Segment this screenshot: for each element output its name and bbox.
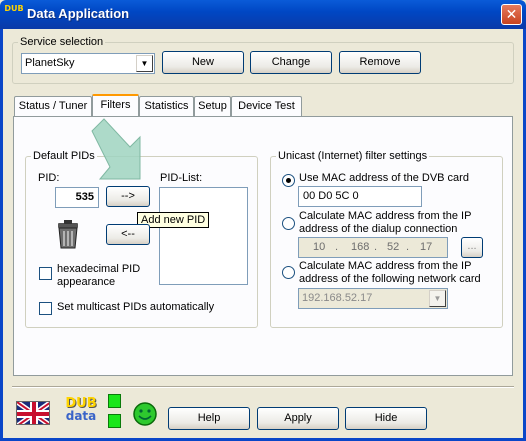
tab-filters[interactable]: Filters — [92, 94, 139, 117]
remove-service-button[interactable]: Remove — [339, 51, 421, 74]
network-card-dropdown[interactable]: 192.168.52.17 ▼ — [298, 288, 448, 309]
dialup-ip-label: Calculate MAC address from the IP addres… — [299, 210, 472, 235]
remove-pid-button[interactable]: <-- — [106, 224, 150, 245]
unicast-filter-legend: Unicast (Internet) filter settings — [278, 150, 428, 162]
use-dvb-mac-label: Use MAC address of the DVB card — [299, 172, 469, 184]
dialup-ip-field: 10 . 168 . 52 . 17 — [298, 237, 448, 258]
app-icon: DUB — [4, 4, 24, 13]
network-card-ip-label: Calculate MAC address from the IP addres… — [299, 260, 481, 285]
arrow-pointer-icon — [91, 118, 141, 180]
ip-dot: . — [335, 241, 339, 253]
dialup-ip-radio[interactable] — [282, 217, 295, 230]
hexadecimal-pid-checkbox[interactable] — [39, 267, 52, 280]
tab-statistics[interactable]: Statistics — [139, 96, 194, 117]
chevron-down-icon[interactable]: ▼ — [136, 55, 153, 72]
ip-octet-2: 168 — [351, 241, 370, 253]
ip-dot: . — [374, 241, 378, 253]
multicast-pids-checkbox[interactable] — [39, 302, 52, 315]
network-card-ip-radio[interactable] — [282, 266, 295, 279]
hexadecimal-pid-label: hexadecimal PID appearance — [57, 263, 141, 288]
footer-separator — [12, 386, 514, 388]
hide-button[interactable]: Hide — [345, 407, 427, 430]
close-button[interactable]: ✕ — [501, 4, 522, 25]
tab-status-tuner[interactable]: Status / Tuner — [14, 96, 92, 117]
ip-octet-1: 10 — [313, 241, 326, 253]
logo-bottom-text: data — [65, 409, 97, 423]
tab-setup[interactable]: Setup — [194, 96, 231, 117]
network-card-ip-value: 192.168.52.17 — [302, 292, 373, 304]
pid-label: PID: — [38, 172, 60, 184]
default-pids-legend: Default PIDs — [33, 150, 95, 162]
help-button[interactable]: Help — [168, 407, 250, 430]
status-led-top — [108, 394, 121, 408]
uk-flag-icon — [17, 402, 49, 424]
language-flag-button[interactable] — [16, 401, 50, 425]
use-dvb-mac-radio[interactable] — [282, 174, 295, 187]
ip-octet-3: 52 — [387, 241, 400, 253]
smiley-status-icon — [133, 402, 157, 426]
pid-list[interactable] — [159, 187, 248, 285]
chevron-down-icon[interactable]: ▼ — [429, 290, 446, 307]
dub-data-logo: DUB data — [63, 397, 99, 429]
service-dropdown[interactable]: PlanetSky ▼ — [21, 53, 155, 74]
ip-dot: . — [406, 241, 410, 253]
title-bar[interactable]: DUB Data Application ✕ — [0, 0, 526, 29]
browse-dialup-button[interactable]: ... — [461, 237, 483, 258]
change-service-button[interactable]: Change — [250, 51, 332, 74]
multicast-pids-label: Set multicast PIDs automatically — [57, 301, 215, 313]
tab-device-test[interactable]: Device Test — [231, 96, 302, 117]
ip-octet-4: 17 — [420, 241, 433, 253]
pid-list-label: PID-List: — [160, 172, 203, 184]
service-selection-legend: Service selection — [20, 36, 104, 48]
close-icon: ✕ — [505, 6, 518, 22]
trash-icon[interactable] — [55, 220, 81, 250]
window-title: Data Application — [27, 6, 130, 21]
status-led-bottom — [108, 414, 121, 428]
mac-address-field[interactable]: 00 D0 5C 0 — [298, 186, 422, 207]
service-selected-value: PlanetSky — [25, 57, 75, 69]
apply-button[interactable]: Apply — [257, 407, 339, 430]
new-service-button[interactable]: New — [162, 51, 244, 74]
